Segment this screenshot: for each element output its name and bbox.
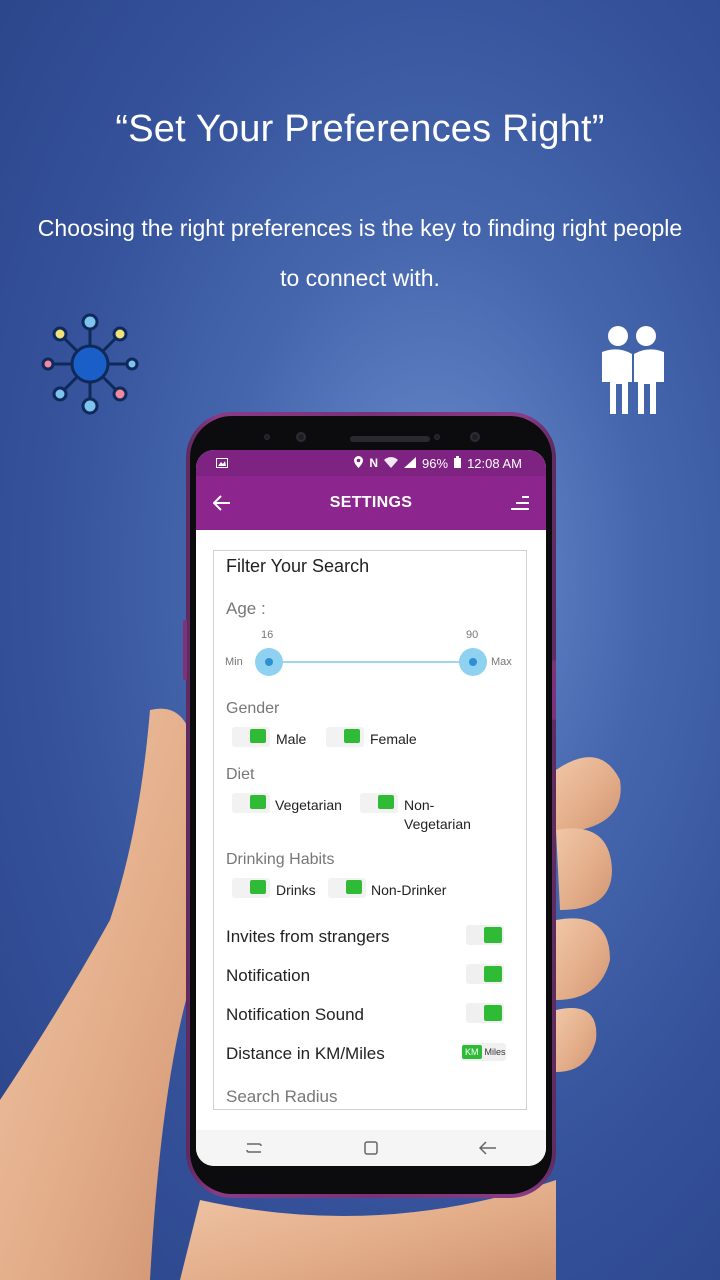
non-drinker-checkbox[interactable] (328, 878, 366, 898)
phone-speaker (350, 436, 430, 442)
volume-button (183, 620, 187, 680)
image-notification-icon (216, 456, 228, 471)
signal-icon (404, 456, 417, 471)
notification-sound-label: Notification Sound (226, 1005, 364, 1024)
age-max-thumb[interactable] (459, 648, 487, 676)
iris-scanner (470, 432, 480, 442)
search-radius-label: Search Radius (226, 1087, 338, 1106)
male-checkbox[interactable] (232, 727, 270, 747)
invites-toggle[interactable] (466, 925, 504, 945)
notification-sound-toggle[interactable] (466, 1003, 504, 1023)
network-icon (41, 313, 139, 415)
recents-icon[interactable] (242, 1136, 266, 1160)
back-icon[interactable] (476, 1136, 500, 1160)
female-option: Female (370, 731, 417, 747)
front-camera (296, 432, 306, 442)
miles-option[interactable]: Miles (482, 1047, 509, 1057)
max-label: Max (491, 656, 512, 668)
age-min-thumb[interactable] (255, 648, 283, 676)
nfc-icon: N (369, 456, 379, 470)
battery-icon (454, 455, 462, 471)
app-bar: SETTINGS (196, 476, 546, 530)
people-icon (602, 326, 664, 414)
phone-screen: N 96% 12:08 AM SETTINGS Filter Your Sear… (196, 450, 546, 1166)
km-option[interactable]: KM (462, 1045, 482, 1059)
female-checkbox[interactable] (326, 727, 364, 747)
subline: Choosing the right preferences is the ke… (37, 215, 683, 291)
distance-unit-toggle[interactable]: KM Miles (462, 1043, 506, 1061)
headline: “Set Your Preferences Right” (115, 108, 605, 150)
drinks-option: Drinks (276, 882, 316, 898)
male-option: Male (276, 731, 307, 747)
clock: 12:08 AM (467, 455, 522, 471)
menu-icon[interactable] (508, 491, 532, 515)
back-arrow-icon[interactable] (210, 491, 234, 515)
age-max-value: 90 (466, 629, 479, 641)
age-min-value: 16 (261, 629, 274, 641)
page-title: SETTINGS (329, 494, 413, 511)
vegetarian-option: Vegetarian (275, 797, 342, 813)
notification-label: Notification (226, 966, 311, 985)
invites-label: Invites from strangers (226, 927, 390, 946)
distance-label: Distance in KM/Miles (226, 1044, 385, 1063)
non-vegetarian-checkbox[interactable] (360, 793, 398, 813)
android-nav-bar (196, 1130, 546, 1166)
battery-percent: 96% (422, 455, 449, 471)
age-slider-track[interactable] (269, 661, 474, 663)
power-button (552, 660, 556, 720)
diet-label: Diet (226, 766, 255, 783)
vegetarian-checkbox[interactable] (232, 793, 270, 813)
status-bar: N 96% 12:08 AM (196, 450, 546, 476)
home-icon[interactable] (359, 1136, 383, 1160)
settings-content[interactable]: Filter Your Search Age : 16 90 Min Max G… (196, 530, 546, 1130)
non-drinker-option: Non-Drinker (371, 882, 447, 898)
drinks-checkbox[interactable] (232, 878, 270, 898)
filter-title: Filter Your Search (226, 556, 370, 576)
age-label: Age : (226, 599, 266, 618)
non-vegetarian-option: Non-Vegetarian (404, 797, 471, 832)
drinking-habits-label: Drinking Habits (226, 851, 335, 868)
sensor (264, 434, 270, 440)
filter-card: Filter Your Search Age : 16 90 Min Max G… (213, 550, 527, 1110)
sensor-right (434, 434, 440, 440)
notification-toggle[interactable] (466, 964, 504, 984)
wifi-icon (384, 456, 399, 471)
location-icon (354, 455, 364, 471)
gender-label: Gender (226, 700, 280, 717)
min-label: Min (225, 656, 243, 668)
